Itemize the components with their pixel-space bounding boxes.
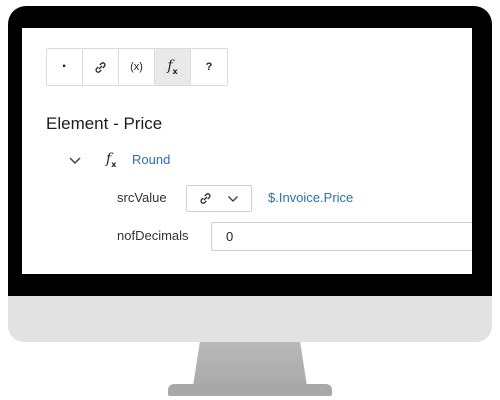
chevron-down-icon[interactable] [68,156,82,166]
link-icon [200,193,211,204]
variable-mode-button[interactable]: (x) [119,49,155,85]
nof-decimals-label: nofDecimals [117,228,189,243]
dot-mode-button[interactable]: · [47,49,83,85]
element-title: Element - Price [46,114,163,133]
src-value-path-link[interactable]: $.Invoice.Price [268,190,353,205]
src-value-label: srcValue [117,190,167,205]
link-icon [95,61,106,73]
function-icon: fx [106,151,117,169]
chevron-down-icon [228,195,239,202]
variable-icon: (x) [130,61,143,73]
mode-toolbar: · (x) fx ? [46,48,228,86]
function-mode-button[interactable]: fx [155,49,191,85]
dot-icon: · [61,58,68,75]
monitor-stand-neck [193,342,307,386]
nof-decimals-input[interactable]: 0 [211,222,472,251]
monitor-stand-base [168,384,332,396]
help-icon: ? [205,61,213,73]
help-mode-button[interactable]: ? [191,49,227,85]
monitor-chin [8,296,492,342]
function-name-link[interactable]: Round [132,152,170,167]
link-mode-button[interactable] [83,49,119,85]
function-icon: fx [167,58,178,76]
app-screen: · (x) fx ? Element - Price fx Round srcV… [22,28,472,274]
src-value-mode-select[interactable] [186,185,252,212]
